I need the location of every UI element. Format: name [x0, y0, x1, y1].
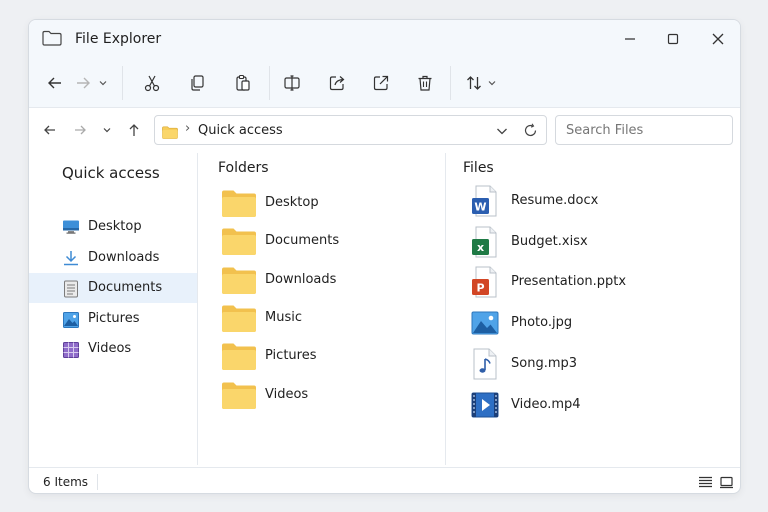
rename-button[interactable] — [278, 70, 306, 96]
video-file-icon — [470, 389, 500, 425]
window-title: File Explorer — [75, 31, 162, 47]
folder-icon — [221, 227, 257, 261]
search-box — [555, 115, 733, 145]
folder-icon — [221, 304, 257, 338]
breadcrumb-quick-access[interactable]: Quick access — [198, 123, 283, 138]
video-icon — [62, 341, 80, 363]
folder-item-pictures[interactable]: Pictures — [219, 339, 449, 375]
toolbar-divider — [269, 66, 270, 100]
history-chevron-down-icon[interactable] — [93, 70, 113, 96]
folder-item-documents[interactable]: Documents — [219, 224, 449, 260]
file-label: Video.mp4 — [511, 397, 581, 412]
picture-icon — [62, 311, 80, 333]
title-bar: File Explorer — [29, 20, 740, 58]
folder-icon — [221, 189, 257, 223]
word-badge-letter: W — [474, 201, 486, 214]
delete-button[interactable] — [411, 70, 439, 96]
toolbar-divider — [450, 66, 451, 100]
open-external-button[interactable] — [367, 70, 395, 96]
file-label: Budget.xisx — [511, 234, 588, 249]
pane-divider — [197, 153, 198, 465]
toolbar-divider — [122, 66, 123, 100]
folder-label: Desktop — [265, 195, 319, 210]
command-bar — [29, 58, 740, 108]
excel-icon: x — [470, 226, 500, 262]
sidebar-item-downloads[interactable]: Downloads — [29, 243, 197, 273]
folder-label: Videos — [265, 387, 309, 402]
sidebar-item-label: Videos — [88, 341, 132, 356]
search-input[interactable] — [556, 116, 732, 144]
cut-button[interactable] — [138, 70, 166, 96]
maximize-button[interactable] — [658, 27, 688, 51]
folder-item-desktop[interactable]: Desktop — [219, 186, 449, 222]
file-item-photo[interactable]: Photo.jpg — [467, 304, 717, 342]
close-button[interactable] — [703, 27, 733, 51]
powerpoint-badge-letter: P — [476, 282, 484, 295]
folder-label: Downloads — [265, 272, 337, 287]
file-item-budget[interactable]: x Budget.xisx — [467, 223, 717, 261]
folder-icon — [221, 381, 257, 415]
file-label: Photo.jpg — [511, 315, 573, 330]
sort-chevron-down-icon[interactable] — [484, 70, 500, 96]
up-button[interactable] — [123, 119, 145, 141]
folder-icon — [162, 124, 178, 143]
download-icon — [62, 250, 80, 270]
document-icon — [62, 280, 80, 302]
back-button[interactable] — [41, 70, 69, 96]
file-label: Song.mp3 — [511, 356, 578, 371]
item-count: 6 Items — [43, 475, 89, 489]
minimize-button[interactable] — [615, 27, 645, 51]
quick-access-heading: Quick access — [62, 164, 160, 182]
sidebar-item-desktop[interactable]: Desktop — [29, 212, 197, 242]
address-row: › Quick access — [29, 108, 740, 152]
recent-locations-chevron-down-icon[interactable] — [96, 119, 118, 141]
share-button[interactable] — [323, 70, 351, 96]
folder-item-downloads[interactable]: Downloads — [219, 263, 449, 299]
file-explorer-window: File Explorer › Quick access Search File… — [28, 19, 741, 494]
folder-outline-icon — [42, 30, 62, 50]
nav-forward-button[interactable] — [69, 119, 91, 141]
folder-item-videos[interactable]: Videos — [219, 378, 449, 414]
sidebar-item-label: Pictures — [88, 311, 140, 326]
folder-icon — [221, 266, 257, 300]
sidebar-item-label: Documents — [88, 280, 163, 295]
files-section-title: Files — [463, 160, 494, 176]
excel-badge-letter: x — [477, 241, 484, 254]
file-label: Resume.docx — [511, 193, 599, 208]
breadcrumb-chevron-right-icon: › — [185, 121, 191, 136]
status-divider — [97, 474, 98, 490]
file-item-video[interactable]: Video.mp4 — [467, 386, 717, 424]
powerpoint-icon: P — [470, 266, 500, 302]
folder-label: Music — [265, 310, 302, 325]
file-item-song[interactable]: Song.mp3 — [467, 345, 717, 383]
status-bar: 6 Items — [29, 467, 740, 493]
address-bar[interactable]: › Quick access — [154, 115, 547, 145]
audio-icon — [470, 348, 500, 384]
desktop-icon — [62, 219, 80, 239]
sidebar-item-label: Desktop — [88, 219, 142, 234]
file-item-presentation[interactable]: P Presentation.pptx — [467, 263, 717, 301]
sidebar-item-pictures[interactable]: Pictures — [29, 304, 197, 334]
folder-icon — [221, 342, 257, 376]
large-icons-view-button[interactable] — [717, 474, 735, 490]
folder-label: Pictures — [265, 348, 317, 363]
refresh-icon[interactable] — [523, 123, 538, 142]
nav-back-button[interactable] — [39, 119, 61, 141]
copy-button[interactable] — [183, 70, 211, 96]
folder-label: Documents — [265, 233, 340, 248]
image-icon — [470, 307, 500, 343]
sidebar-item-videos[interactable]: Videos — [29, 334, 197, 364]
file-label: Presentation.pptx — [511, 274, 627, 289]
navigation-pane: Quick access Desktop Downloads Documents… — [29, 152, 197, 463]
address-history-chevron-down-icon[interactable] — [495, 123, 509, 142]
file-item-resume[interactable]: W Resume.docx — [467, 182, 717, 220]
sidebar-item-label: Downloads — [88, 250, 160, 265]
sidebar-item-documents[interactable]: Documents — [29, 273, 197, 303]
paste-button[interactable] — [229, 70, 257, 96]
folders-section-title: Folders — [218, 160, 269, 176]
details-view-button[interactable] — [696, 474, 714, 490]
word-icon: W — [470, 185, 500, 221]
folder-item-music[interactable]: Music — [219, 301, 449, 337]
